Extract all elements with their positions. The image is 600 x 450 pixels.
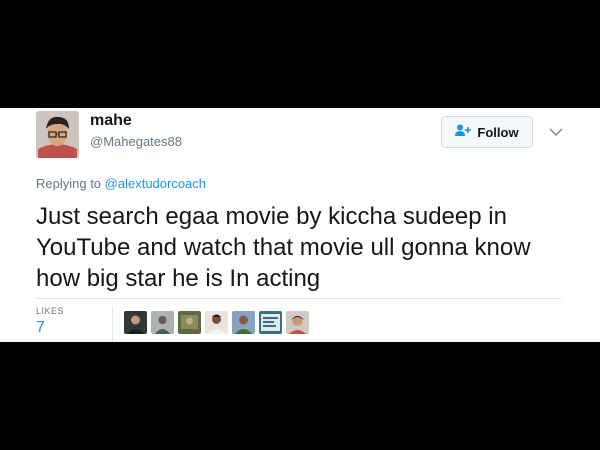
liker-avatar[interactable] (178, 311, 201, 334)
liker-avatar[interactable] (232, 311, 255, 334)
divider (36, 298, 562, 299)
follow-button[interactable]: Follow (441, 116, 533, 148)
likes-label: LIKES (36, 306, 65, 316)
liker-avatar[interactable] (151, 311, 174, 334)
avatar[interactable] (36, 111, 79, 158)
user-handle[interactable]: @Mahegates88 (90, 134, 182, 149)
tweet-card: mahe @Mahegates88 Follow Replying to @al… (0, 108, 600, 342)
tweet-text: Just search egaa movie by kiccha sudeep … (36, 203, 531, 292)
liker-avatar[interactable] (205, 311, 228, 334)
chevron-down-icon[interactable] (549, 124, 563, 137)
display-name[interactable]: mahe (90, 112, 132, 130)
liker-avatar[interactable] (259, 311, 282, 334)
letterbox-top (0, 0, 600, 108)
follow-button-label: Follow (477, 124, 519, 140)
replying-to-link[interactable]: @alextudorcoach (105, 176, 206, 191)
person-plus-icon (455, 123, 472, 141)
replying-prefix: Replying to (36, 176, 105, 191)
liker-avatar[interactable] (124, 311, 147, 334)
replying-to: Replying to @alextudorcoach (36, 176, 206, 191)
likers-avatars (124, 311, 309, 334)
letterbox-bottom (0, 342, 600, 450)
stats-divider (112, 306, 113, 342)
liker-avatar[interactable] (286, 311, 309, 334)
likes-count[interactable]: 7 (36, 319, 45, 337)
